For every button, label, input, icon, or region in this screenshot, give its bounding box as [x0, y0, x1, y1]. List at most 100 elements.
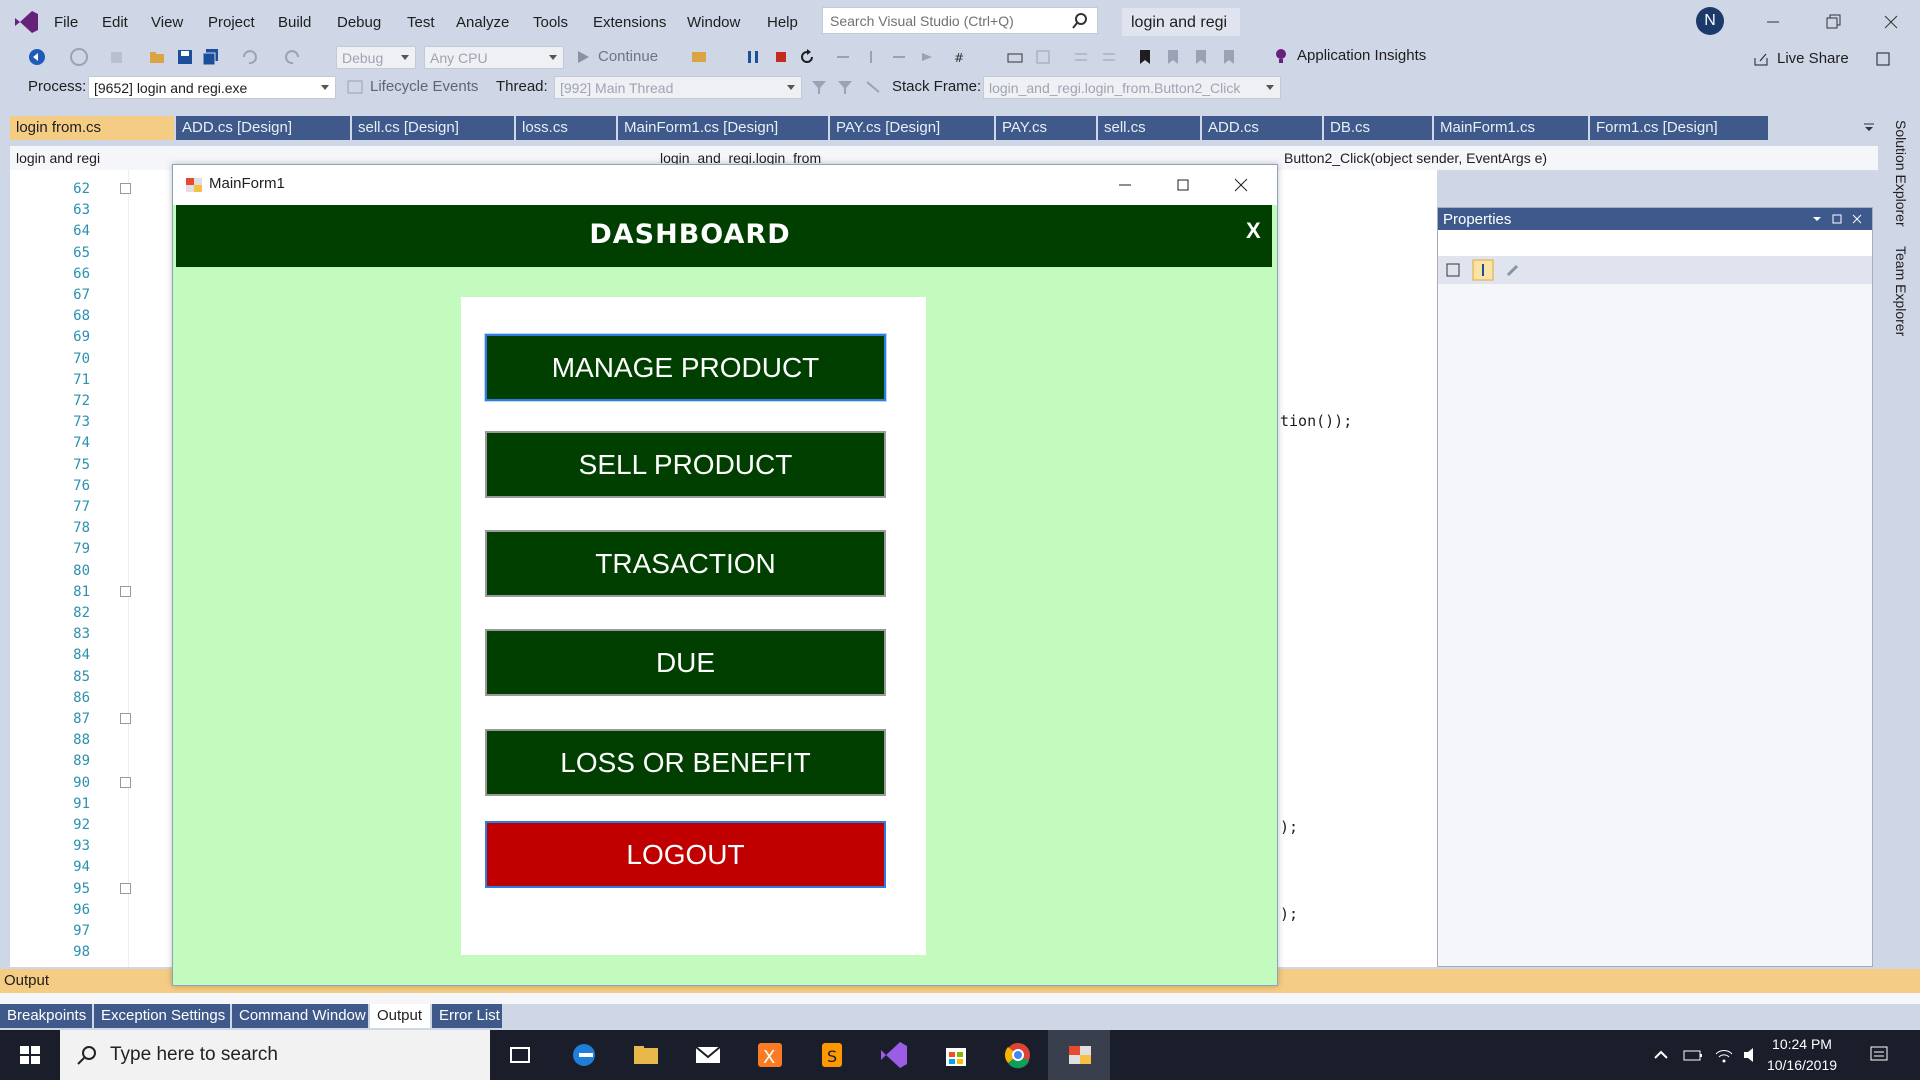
menu-project[interactable]: Project — [208, 14, 255, 31]
save-all-icon[interactable] — [202, 48, 220, 66]
forward-icon[interactable] — [70, 48, 88, 66]
close-icon[interactable] — [1850, 212, 1864, 226]
step-into-icon[interactable] — [862, 48, 880, 66]
minimize-icon[interactable] — [1762, 11, 1784, 33]
platform-dropdown[interactable]: Any CPU — [424, 46, 564, 69]
step-out-icon[interactable] — [890, 48, 908, 66]
winforms-app-icon[interactable] — [1062, 1037, 1098, 1073]
tab-pay-design[interactable]: PAY.cs [Design] — [830, 116, 994, 140]
tab-pay-cs[interactable]: PAY.cs — [996, 116, 1096, 140]
fold-toggle[interactable] — [120, 776, 131, 788]
save-icon[interactable] — [176, 48, 194, 66]
microsoft-store-icon[interactable] — [938, 1037, 974, 1073]
tab-error-list[interactable]: Error List — [432, 1004, 502, 1028]
maximize-icon[interactable] — [1175, 177, 1191, 193]
menu-test[interactable]: Test — [407, 14, 435, 31]
loss-or-benefit-button[interactable]: LOSS OR BENEFIT — [485, 729, 886, 796]
tab-exception-settings[interactable]: Exception Settings — [94, 1004, 230, 1028]
fold-toggle[interactable] — [120, 585, 131, 597]
undo-icon[interactable] — [240, 48, 258, 66]
chevron-up-icon[interactable] — [1652, 1046, 1670, 1064]
minimize-icon[interactable] — [1117, 177, 1133, 193]
file-explorer-icon[interactable] — [628, 1037, 664, 1073]
logout-button[interactable]: LOGOUT — [485, 821, 886, 888]
tab-login-from-cs[interactable]: login from.cs — [10, 116, 174, 140]
categorized-icon[interactable] — [1444, 261, 1462, 279]
windows-start-icon[interactable] — [0, 1030, 60, 1080]
tab-mainform1-design[interactable]: MainForm1.cs [Design] — [618, 116, 828, 140]
taskbar-clock[interactable]: 10:24 PM 10/16/2019 — [1758, 1034, 1846, 1076]
battery-icon[interactable] — [1682, 1046, 1704, 1064]
filter-icon[interactable] — [810, 78, 828, 96]
visual-studio-icon[interactable] — [876, 1037, 912, 1073]
close-icon[interactable] — [1880, 11, 1902, 33]
alphabetical-icon[interactable] — [1472, 259, 1494, 281]
fold-toggle[interactable] — [120, 882, 131, 894]
tab-form1-design[interactable]: Form1.cs [Design] — [1590, 116, 1768, 140]
comment-icon[interactable] — [1072, 48, 1090, 66]
manage-product-button[interactable]: MANAGE PRODUCT — [484, 333, 887, 402]
taskbar-search-input[interactable]: Type here to search — [60, 1030, 490, 1080]
dropdown-icon[interactable] — [1810, 212, 1824, 226]
menu-analyze[interactable]: Analyze — [456, 14, 509, 31]
maximize-icon[interactable] — [1830, 212, 1844, 226]
prev-bookmark-icon[interactable] — [1164, 48, 1182, 66]
uncomment-icon[interactable] — [1100, 48, 1118, 66]
live-share-button[interactable]: Live Share — [1777, 50, 1849, 67]
back-icon[interactable] — [28, 48, 46, 66]
show-next-statement-icon[interactable] — [918, 48, 936, 66]
tab-overflow-icon[interactable] — [1862, 120, 1876, 134]
new-project-icon[interactable] — [108, 48, 126, 66]
xampp-icon[interactable]: X — [752, 1037, 788, 1073]
filter-flagged-icon[interactable] — [836, 78, 854, 96]
sell-product-button[interactable]: SELL PRODUCT — [485, 431, 886, 498]
flag-threads-icon[interactable] — [864, 78, 882, 96]
notifications-icon[interactable] — [1868, 1044, 1890, 1066]
feedback-icon[interactable] — [1874, 50, 1892, 68]
object-selector[interactable] — [1438, 230, 1872, 257]
tab-sell-cs[interactable]: sell.cs — [1098, 116, 1200, 140]
wifi-icon[interactable] — [1714, 1046, 1734, 1064]
project-dropdown[interactable]: login and regi — [16, 150, 100, 166]
menu-view[interactable]: View — [151, 14, 183, 31]
hex-display-icon[interactable]: # — [952, 48, 970, 66]
clear-bookmarks-icon[interactable] — [1220, 48, 1238, 66]
fold-toggle[interactable] — [120, 183, 131, 194]
avatar[interactable]: N — [1696, 7, 1724, 35]
mail-icon[interactable] — [690, 1037, 726, 1073]
redo-icon[interactable] — [284, 48, 302, 66]
search-input[interactable]: Search Visual Studio (Ctrl+Q) — [822, 7, 1098, 34]
process-dropdown[interactable]: [9652] login and regi.exe — [88, 76, 336, 99]
menu-extensions[interactable]: Extensions — [593, 14, 666, 31]
transaction-button[interactable]: TRASACTION — [485, 530, 886, 597]
tab-mainform1-cs[interactable]: MainForm1.cs — [1434, 116, 1588, 140]
menu-debug[interactable]: Debug — [337, 14, 381, 31]
fold-toggle[interactable] — [120, 713, 131, 724]
tab-add-design[interactable]: ADD.cs [Design] — [176, 116, 350, 140]
tree-icon[interactable] — [1034, 48, 1052, 66]
continue-play-icon[interactable] — [574, 48, 592, 66]
menu-file[interactable]: File — [54, 14, 78, 31]
menu-edit[interactable]: Edit — [102, 14, 128, 31]
lifecycle-events-button[interactable]: Lifecycle Events — [370, 78, 478, 95]
sublime-text-icon[interactable]: S — [814, 1037, 850, 1073]
tab-output[interactable]: Output — [370, 1004, 430, 1028]
application-insights-button[interactable]: Application Insights — [1297, 47, 1426, 64]
open-icon[interactable] — [148, 48, 166, 66]
stack-frame-dropdown[interactable]: login_and_regi.login_from.Button2_Click — [983, 76, 1281, 99]
step-over-icon[interactable] — [834, 48, 852, 66]
member-dropdown[interactable]: Button2_Click(object sender, EventArgs e… — [1284, 150, 1547, 166]
continue-button[interactable]: Continue — [598, 48, 658, 65]
menu-window[interactable]: Window — [687, 14, 740, 31]
tab-command-window[interactable]: Command Window — [232, 1004, 368, 1028]
menu-help[interactable]: Help — [767, 14, 798, 31]
tab-loss-cs[interactable]: loss.cs — [516, 116, 616, 140]
team-explorer-tab[interactable]: Team Explorer — [1893, 246, 1909, 336]
pause-icon[interactable] — [744, 48, 762, 66]
tab-sell-design[interactable]: sell.cs [Design] — [352, 116, 514, 140]
menu-build[interactable]: Build — [278, 14, 311, 31]
due-button[interactable]: DUE — [485, 629, 886, 696]
thread-icon[interactable] — [1006, 48, 1024, 66]
configuration-dropdown[interactable]: Debug — [336, 46, 416, 69]
close-icon[interactable] — [1233, 177, 1249, 193]
